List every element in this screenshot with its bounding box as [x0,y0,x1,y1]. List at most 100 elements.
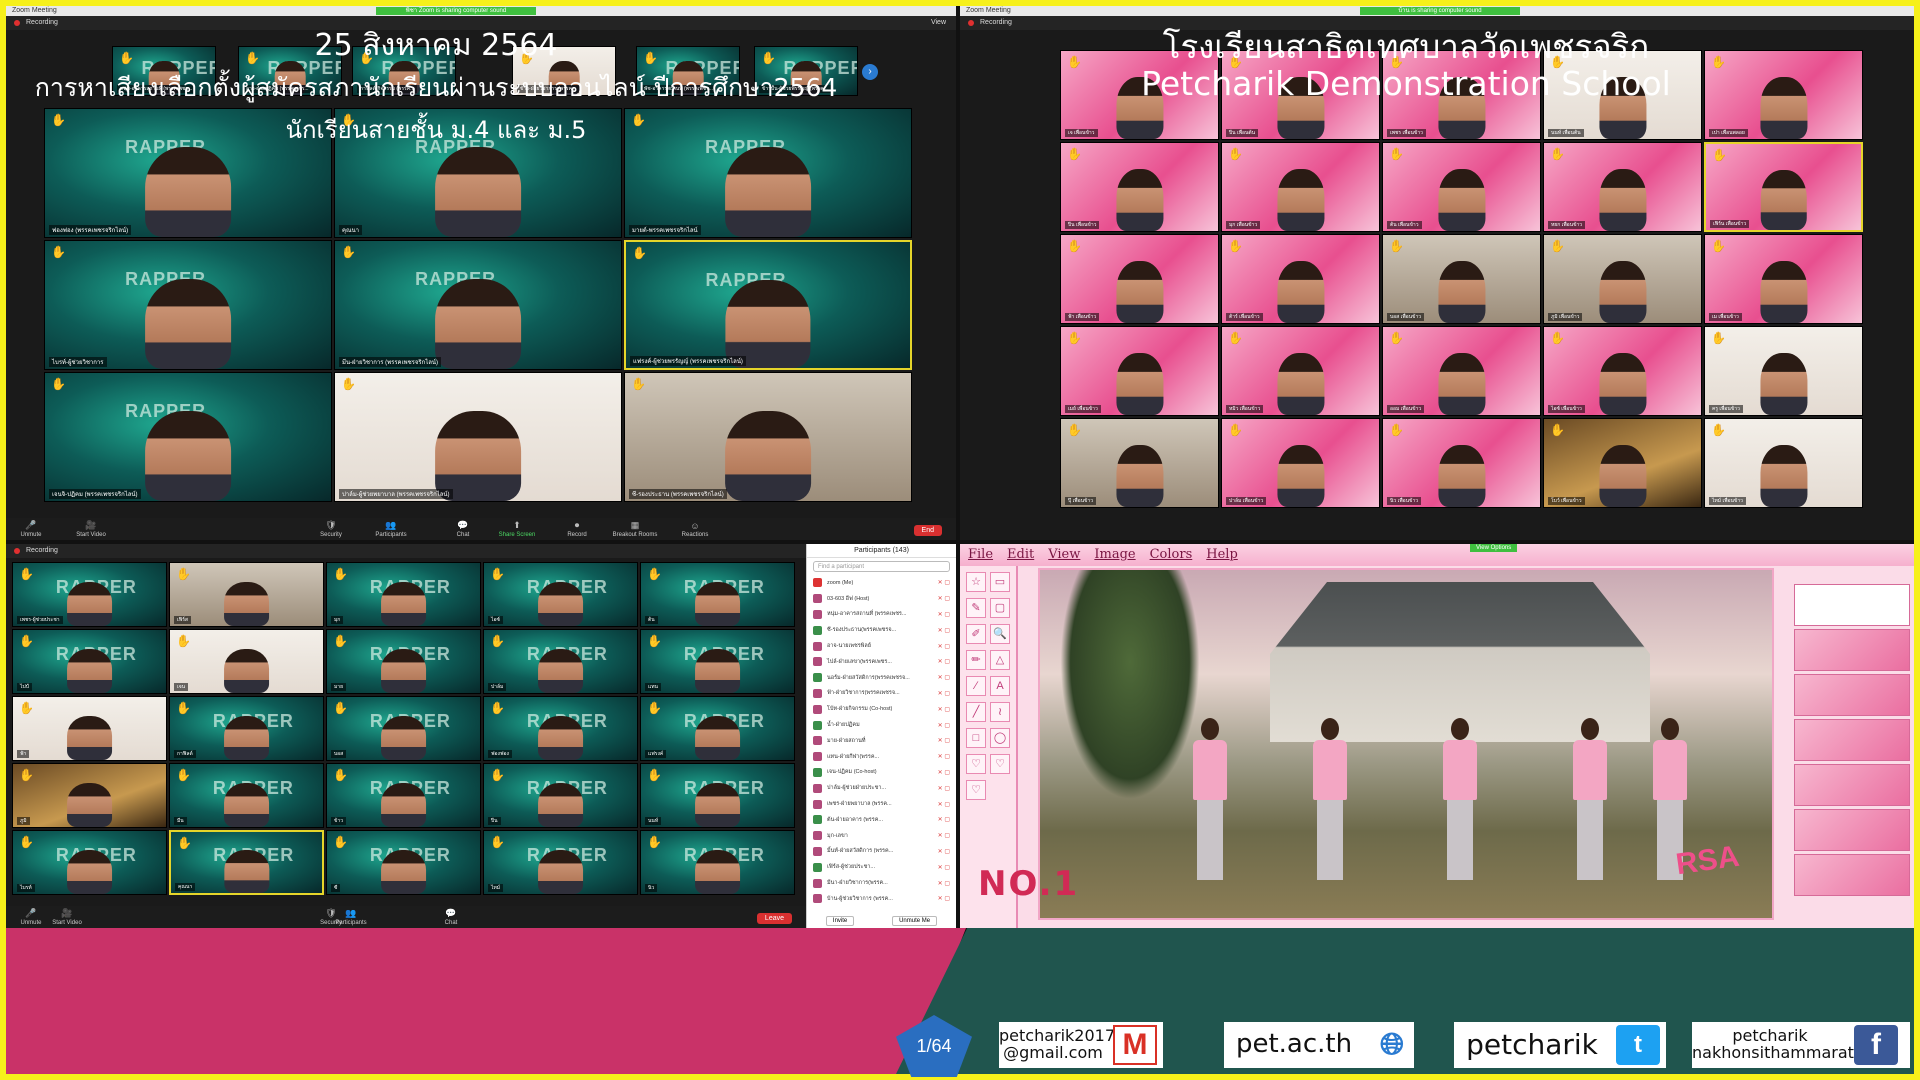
menu-edit[interactable]: Edit [1007,547,1034,562]
participant-row[interactable]: อาจ-นายเพชรพิลย์ ✕ ▢ [807,638,956,654]
toolbar-unmute-button[interactable]: 🎤 Unmute [6,520,56,538]
toolbar-breakout-rooms-button[interactable]: ▦ Breakout Rooms [610,520,660,538]
participant-row[interactable]: ซี-รองประธาน(พรรคเพชรจ... ✕ ▢ [807,622,956,638]
paint-tool-icon[interactable]: 🔍 [990,624,1010,644]
video-tile[interactable]: RAPPER✋ไอซ์ [483,562,638,627]
toolbar-record-button[interactable]: ⏺ Record [552,520,602,538]
view-options-bar[interactable]: View Options [1470,544,1518,552]
paint-tool-icon[interactable]: ♡ [990,754,1010,774]
video-tile[interactable]: RAPPER✋ไทม์ [483,830,638,895]
video-tile[interactable]: RAPPER✋มุก [326,562,481,627]
video-tile[interactable]: ✋ ไทม์ เพื่อนข้าว [1704,418,1863,508]
video-tile[interactable]: RAPPER✋นนท์ [640,763,795,828]
video-tile[interactable]: ✋ นิว เพื่อนข้าว [1382,418,1541,508]
video-tile[interactable]: ✋ ไอซ์ เพื่อนข้าว [1543,326,1702,416]
facebook-contact[interactable]: petcharik nakhonsithammarat f [1692,1022,1910,1068]
thumbnail-video[interactable] [1794,629,1910,671]
thumbnail-video[interactable] [1794,719,1910,761]
video-tile[interactable]: ✋ ปาล์ม เพื่อนข้าว [1221,418,1380,508]
video-tile[interactable]: ✋ ฟ้า เพื่อนข้าว [1060,234,1219,324]
video-tile[interactable]: RAPPER✋บอส [326,696,481,761]
video-tile[interactable]: ✋ ครู เพื่อนข้าว [1704,326,1863,416]
video-tile[interactable]: ✋ ภูมิ เพื่อนข้าว [1543,234,1702,324]
video-tile[interactable]: ✋ เม เพื่อนข้าว [1704,234,1863,324]
video-tile[interactable]: RAPPER✋แฟรงค์ [640,696,795,761]
participant-row[interactable]: 03-603 อีฟ (Host) ✕ ▢ [807,591,956,607]
video-tile[interactable]: ✋ ต้าร์ เพื่อนข้าว [1221,234,1380,324]
paint-tool-icon[interactable]: ▢ [990,598,1010,618]
video-tile[interactable]: ✋ เมย์ เพื่อนข้าว [1060,326,1219,416]
paint-tool-icon[interactable]: ╱ [966,702,986,722]
website-contact[interactable]: pet.ac.th 🌐︎ [1224,1022,1414,1068]
paint-tool-icon[interactable]: ◯ [990,728,1010,748]
paint-tool-icon[interactable]: □ [966,728,986,748]
video-tile[interactable]: ✋ ปาล์ม-ผู้ช่วยพยาบาล (พรรคเพชรจริกไลน์) [334,372,622,502]
video-tile[interactable]: ✋ เฟิร์ส [169,562,324,627]
paint-tool-icon[interactable]: ▭ [990,572,1010,592]
participant-row[interactable]: มุก-เลขา ✕ ▢ [807,828,956,844]
toolbar-participants-button[interactable]: 👥 Participants [326,908,376,926]
video-tile[interactable]: RAPPER✋ไบรท์ [12,830,167,895]
video-tile[interactable]: RAPPER✋คุณนา [169,830,324,895]
toolbar-start-video-button[interactable]: 🎥 Start Video [42,908,92,926]
participant-row[interactable]: ไปล์-ฝ่ายเลขา(พรรคเพชร... ✕ ▢ [807,654,956,670]
participant-row[interactable]: zoom (Me) ✕ ▢ [807,575,956,591]
video-tile[interactable]: ✋ ต้น เพื่อนข้าว [1382,142,1541,232]
end-button[interactable]: End [913,525,942,536]
participant-row[interactable]: โบ้ท-ฝ่ายกิจกรรม (Co-host) ✕ ▢ [807,701,956,717]
thumbnail-video[interactable] [1794,764,1910,806]
participant-row[interactable]: เจน-ปฏิคม (Co-host) ✕ ▢ [807,765,956,781]
video-tile[interactable]: RAPPER✋ปาล์ม [483,629,638,694]
video-tile[interactable]: RAPPER✋กาฟิลด์ [169,696,324,761]
video-tile[interactable]: ✋ เฟิร์น เพื่อนข้าว [1704,142,1863,232]
thumbnail-video[interactable] [1794,584,1910,626]
paint-tool-icon[interactable]: ✎ [966,598,986,618]
video-tile[interactable]: RAPPER✋นิว [640,830,795,895]
paint-tool-icon[interactable]: ✐ [966,624,986,644]
paint-tool-icon[interactable]: ♡ [966,754,986,774]
participant-row[interactable]: แทน-ฝ่ายกีฬา(พรรค... ✕ ▢ [807,749,956,765]
paint-tool-icon[interactable]: ✏ [966,650,986,670]
paint-tool-icon[interactable]: ≀ [990,702,1010,722]
video-tile[interactable]: ✋ ซี-รองประธาน (พรรคเพชรจริกไลน์) [624,372,912,502]
toolbar-chat-button[interactable]: 💬 Chat [438,520,488,538]
video-tile[interactable]: RAPPER✋ฟองฟอง [483,696,638,761]
toolbar-start-video-button[interactable]: 🎥 Start Video [66,520,116,538]
video-tile[interactable]: RAPPER✋ปิ่น [483,763,638,828]
participant-row[interactable]: ฟ้า-ฝ่ายวิชาการ(พรรคเพชรจ... ✕ ▢ [807,686,956,702]
menu-image[interactable]: Image [1094,547,1135,562]
video-tile[interactable]: RAPPER✋ข้าว [326,763,481,828]
video-tile[interactable]: ✋ ภูมิ [12,763,167,828]
twitter-contact[interactable]: petcharik t [1454,1022,1666,1068]
participant-row[interactable]: มาย-ฝ่ายสถานที่ ✕ ▢ [807,733,956,749]
thumbnail-video[interactable] [1794,674,1910,716]
thumbnail-video[interactable] [1794,809,1910,851]
paint-tool-icon[interactable]: ∕ [966,676,986,696]
participant-row[interactable]: บ้าน-ผู้ช่วยวิชาการ (พรรค... ✕ ▢ [807,891,956,907]
menu-view[interactable]: View [1048,547,1080,562]
view-button[interactable]: View [931,16,946,30]
paint-tool-icon[interactable]: △ [990,650,1010,670]
video-tile[interactable]: ✋ เจน [169,629,324,694]
video-tile[interactable]: RAPPER✋ซี [326,830,481,895]
video-tile[interactable]: ✋ หยก เพื่อนข้าว [1543,142,1702,232]
video-tile[interactable]: ✋ ฟ้า [12,696,167,761]
toolbar-chat-button[interactable]: 💬 Chat [426,908,476,926]
toolbar-participants-button[interactable]: 👥 Participants [366,520,416,538]
participant-row[interactable]: ปาล์ม-ผู้ช่วยฝ่ายประชา... ✕ ▢ [807,780,956,796]
video-tile[interactable]: RAPPER✋มาย [326,629,481,694]
toolbar-security-button[interactable]: 🛡 Security [306,520,356,538]
video-tile[interactable]: ✋ ปุ๊ เพื่อนข้าว [1060,418,1219,508]
video-tile[interactable]: RAPPER ✋ เจนจิ-ปฏิคม (พรรคเพชรจริกไลน์) [44,372,332,502]
toolbar-share-screen-button[interactable]: ⬆ Share Screen [492,520,542,538]
invite-button[interactable]: Invite [825,916,855,926]
paint-tool-icon[interactable]: A [990,676,1010,696]
participant-row[interactable]: เฟิร์ส-ผู้ช่วยประชา... ✕ ▢ [807,859,956,875]
video-tile[interactable]: RAPPER✋มีน [169,763,324,828]
video-tile[interactable]: ✋ โบว์ เพื่อนข้าว [1543,418,1702,508]
email-contact[interactable]: petcharik2017 @gmail.com M [999,1022,1163,1068]
participant-row[interactable]: เพชร-ฝ่ายพยาบาล (พรรค... ✕ ▢ [807,796,956,812]
video-tile[interactable]: ✋ บอส เพื่อนข้าว [1382,234,1541,324]
video-tile[interactable]: RAPPER ✋ มีน-ฝ่ายวิชาการ (พรรคเพชรจริกไลน์… [334,240,622,370]
participant-row[interactable]: มิ้นท์-ฝ่ายสวัสดิการ (พรรค... ✕ ▢ [807,844,956,860]
